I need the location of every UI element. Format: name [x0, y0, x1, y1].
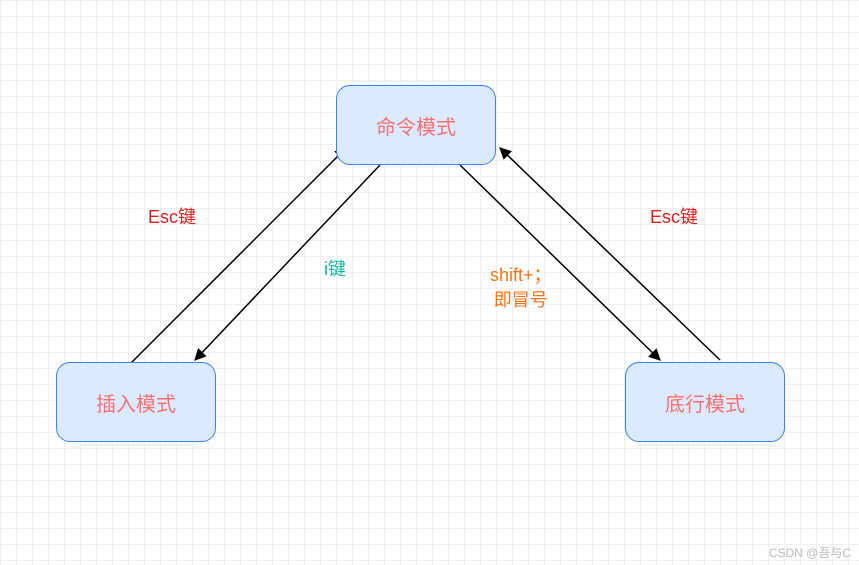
node-label: 命令模式 — [376, 111, 456, 140]
node-command-mode: 命令模式 — [336, 85, 496, 165]
label-shift-colon: shift+； 即冒号 — [490, 263, 552, 313]
node-label: 插入模式 — [96, 388, 176, 417]
label-esc-left: Esc键 — [148, 203, 196, 229]
node-label: 底行模式 — [665, 388, 745, 417]
node-lastline-mode: 底行模式 — [625, 362, 785, 442]
edge-insert-to-command — [130, 148, 346, 364]
node-insert-mode: 插入模式 — [56, 362, 216, 442]
label-esc-right: Esc键 — [650, 203, 698, 229]
watermark: CSDN @吾与C — [769, 544, 851, 561]
edge-lastline-to-command — [500, 148, 720, 360]
edge-command-to-insert — [195, 165, 380, 360]
label-i-key: i键 — [324, 255, 346, 281]
